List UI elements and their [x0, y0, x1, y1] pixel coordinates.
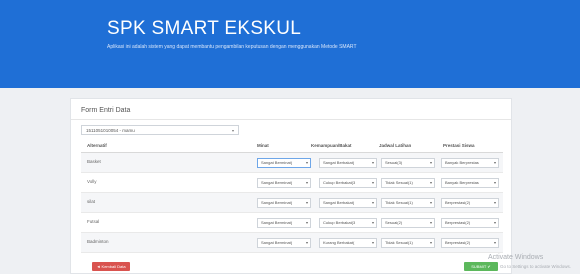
student-select-value: 1511051010054 - mamu	[86, 128, 135, 133]
table-row: Basket Sangat Berminat( ▾ Sangat Berbakat…	[81, 153, 503, 173]
column-header-jadwal: Jadwal Latihan	[379, 143, 412, 148]
back-button[interactable]: ◄ Kembali Data	[92, 262, 130, 271]
minat-select[interactable]: Sangat Berminat( ▾	[257, 238, 311, 248]
jadwal-select[interactable]: Tidak Sesuai(1) ▾	[381, 238, 435, 248]
prestasi-value: Banyak Berprestas	[445, 160, 479, 165]
divider	[71, 119, 511, 120]
chevron-down-icon: ▾	[305, 240, 308, 245]
alternative-name: Volly	[87, 179, 97, 184]
prestasi-value: Berprestasi(2)	[445, 240, 471, 245]
kemampuan-value: Sangat Berbakat(	[323, 160, 355, 165]
kemampuan-value: Cukup Berbakat(3	[323, 220, 356, 225]
chevron-down-icon: ▾	[371, 180, 374, 185]
kemampuan-select[interactable]: Kurang Berbakat( ▾	[319, 238, 377, 248]
column-header-alternatif: Alternatif	[87, 143, 107, 148]
chevron-down-icon: ▾	[371, 200, 374, 205]
chevron-down-icon: ▾	[371, 220, 374, 225]
chevron-down-icon: ▾	[305, 220, 308, 225]
kemampuan-select[interactable]: Cukup Berbakat(3 ▾	[319, 218, 377, 228]
student-select[interactable]: 1511051010054 - mamu ▾	[81, 125, 239, 135]
chevron-down-icon: ▾	[493, 180, 496, 185]
prestasi-select[interactable]: Banyak Berprestas ▾	[441, 158, 499, 168]
prestasi-value: Berprestasi(2)	[445, 200, 471, 205]
jadwal-select[interactable]: Sesuai(2) ▾	[381, 218, 435, 228]
chevron-down-icon: ▾	[429, 200, 432, 205]
minat-select[interactable]: Sangat Berminat( ▾	[257, 178, 311, 188]
submit-button-label: SUBMIT	[471, 264, 487, 269]
check-icon: ✔	[487, 264, 491, 269]
chevron-down-icon: ▾	[305, 180, 308, 185]
jadwal-value: Tidak Sesuai(1)	[385, 180, 413, 185]
chevron-down-icon: ▾	[429, 160, 432, 165]
chevron-down-icon: ▾	[305, 200, 308, 205]
chevron-down-icon: ▾	[493, 160, 496, 165]
jadwal-select[interactable]: Sesuai(3) ▾	[381, 158, 435, 168]
chevron-down-icon: ▾	[305, 160, 308, 165]
app-subtitle: Aplikasi ini adalah sistem yang dapat me…	[107, 44, 357, 50]
app-title: SPK SMART EKSKUL	[107, 18, 302, 39]
minat-select[interactable]: Sangat Berminat( ▾	[257, 198, 311, 208]
chevron-down-icon: ▾	[371, 160, 374, 165]
column-header-minat: Minat	[257, 143, 269, 148]
jadwal-select[interactable]: Tidak Sesuai(1) ▾	[381, 178, 435, 188]
alternative-name: silat	[87, 199, 96, 204]
minat-select[interactable]: Sangat Berminat( ▾	[257, 158, 311, 168]
back-arrow-icon: ◄	[96, 264, 101, 269]
kemampuan-select[interactable]: Sangat Berbakat( ▾	[319, 158, 377, 168]
column-header-prestasi: Prestasi Siswa	[443, 143, 475, 148]
prestasi-value: Banyak Berprestas	[445, 180, 479, 185]
form-title: Form Entri Data	[81, 107, 131, 114]
chevron-down-icon: ▾	[231, 128, 234, 133]
minat-select[interactable]: Sangat Berminat( ▾	[257, 218, 311, 228]
prestasi-value: Berprestasi(2)	[445, 220, 471, 225]
prestasi-select[interactable]: Berprestasi(2) ▾	[441, 218, 499, 228]
chevron-down-icon: ▾	[371, 240, 374, 245]
table-row: Futsal Sangat Berminat( ▾ Cukup Berbakat(…	[81, 213, 503, 233]
alternative-name: Badminton	[87, 239, 109, 244]
jadwal-value: Tidak Sesuai(1)	[385, 240, 413, 245]
minat-value: Sangat Berminat(	[261, 240, 293, 245]
chevron-down-icon: ▾	[429, 240, 432, 245]
table-header: Alternatif Minat Kemampuan/Bakat Jadwal …	[81, 139, 503, 153]
table-row: Badminton Sangat Berminat( ▾ Kurang Berba…	[81, 233, 503, 253]
chevron-down-icon: ▾	[429, 180, 432, 185]
kemampuan-value: Kurang Berbakat(	[323, 240, 355, 245]
entry-form-panel: Form Entri Data 1511051010054 - mamu ▾ A…	[70, 98, 512, 274]
submit-button[interactable]: SUBMIT ✔	[464, 262, 498, 271]
minat-value: Sangat Berminat(	[261, 180, 293, 185]
jadwal-value: Sesuai(2)	[385, 220, 403, 225]
kemampuan-value: Sangat Berbakat(	[323, 200, 355, 205]
kemampuan-value: Cukup Berbakat(3	[323, 180, 356, 185]
activation-watermark-title: Activate Windows	[488, 254, 544, 261]
kemampuan-select[interactable]: Cukup Berbakat(3 ▾	[319, 178, 377, 188]
chevron-down-icon: ▾	[493, 240, 496, 245]
app-header: SPK SMART EKSKUL Aplikasi ini adalah sis…	[0, 0, 580, 88]
minat-value: Sangat Berminat(	[261, 220, 293, 225]
column-header-kemampuan: Kemampuan/Bakat	[311, 143, 352, 148]
chevron-down-icon: ▾	[493, 200, 496, 205]
chevron-down-icon: ▾	[493, 220, 496, 225]
chevron-down-icon: ▾	[429, 220, 432, 225]
minat-value: Sangat Berminat(	[261, 160, 293, 165]
table-row: silat Sangat Berminat( ▾ Sangat Berbakat(…	[81, 193, 503, 213]
alternative-name: Futsal	[87, 219, 100, 224]
prestasi-select[interactable]: Berprestasi(2) ▾	[441, 198, 499, 208]
jadwal-value: Tidak Sesuai(1)	[385, 200, 413, 205]
activation-watermark-text: Go to Settings to activate Windows.	[500, 264, 572, 269]
alternative-name: Basket	[87, 159, 101, 164]
kemampuan-select[interactable]: Sangat Berbakat( ▾	[319, 198, 377, 208]
back-button-label: Kembali Data	[101, 264, 126, 269]
minat-value: Sangat Berminat(	[261, 200, 293, 205]
jadwal-select[interactable]: Tidak Sesuai(1) ▾	[381, 198, 435, 208]
prestasi-select[interactable]: Berprestasi(2) ▾	[441, 238, 499, 248]
table-row: Volly Sangat Berminat( ▾ Cukup Berbakat(3…	[81, 173, 503, 193]
prestasi-select[interactable]: Banyak Berprestas ▾	[441, 178, 499, 188]
jadwal-value: Sesuai(3)	[385, 160, 403, 165]
